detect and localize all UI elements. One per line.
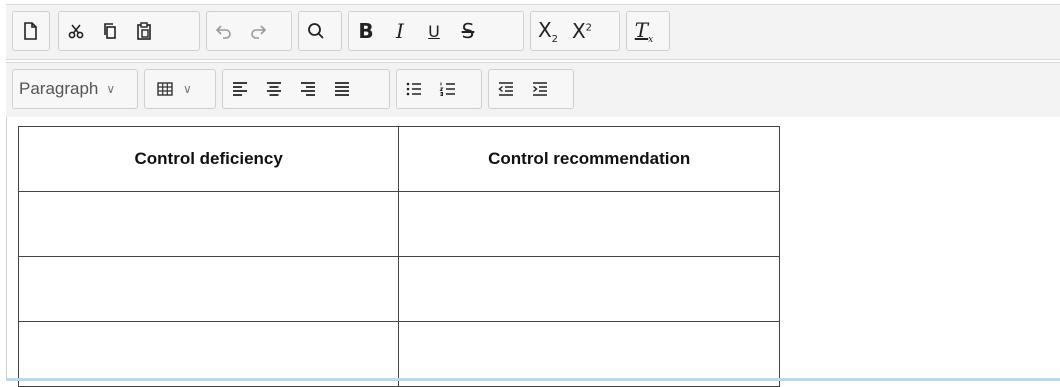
toolbar-group-table: ∨	[144, 69, 216, 109]
search-icon	[308, 23, 324, 39]
table-icon	[157, 82, 173, 96]
table-header-row: Control deficiency Control recommendatio…	[17, 126, 780, 192]
bullet-list-button[interactable]	[399, 72, 429, 106]
underline-button[interactable]: U	[419, 14, 449, 48]
cut-button[interactable]	[61, 14, 91, 48]
bold-button[interactable]: B	[351, 14, 381, 48]
table-row	[17, 256, 780, 322]
superscript-button[interactable]: X2	[567, 14, 597, 48]
table-cell[interactable]	[17, 321, 400, 387]
strikethrough-icon: S	[461, 19, 475, 43]
toolbar-row-1: B I U S X2 X2 Tx	[6, 4, 1060, 60]
strikethrough-button[interactable]: S	[453, 14, 483, 48]
align-justify-button[interactable]	[327, 72, 357, 106]
indent-button[interactable]	[525, 72, 555, 106]
paragraph-format-value: Paragraph	[19, 79, 99, 98]
bullet-list-icon	[406, 82, 421, 96]
italic-button[interactable]: I	[385, 14, 415, 48]
toolbar-group-alignment	[222, 69, 390, 109]
editor-content-area[interactable]: Control deficiency Control recommendatio…	[6, 117, 1060, 387]
align-center-icon	[267, 82, 281, 96]
chevron-down-icon: ∨	[183, 82, 192, 96]
superscript-icon: X2	[571, 19, 593, 43]
paragraph-format-select[interactable]: Paragraph ∨	[13, 72, 123, 106]
numbered-list-button[interactable]	[433, 72, 463, 106]
table-cell[interactable]	[398, 191, 780, 257]
toolbar-group-script: X2 X2	[530, 11, 620, 51]
toolbar-group-history	[206, 11, 292, 51]
table-cell[interactable]	[398, 321, 780, 387]
toolbar-group-document	[12, 11, 50, 51]
find-button[interactable]	[301, 14, 331, 48]
clear-formatting-button[interactable]: Tx	[629, 14, 659, 48]
table-header-cell[interactable]: Control recommendation	[398, 126, 780, 192]
subscript-icon: X2	[537, 17, 559, 45]
outdent-icon	[498, 82, 513, 96]
clipboard-icon	[137, 22, 151, 40]
rich-text-editor: B I U S X2 X2 Tx Paragraph ∨ ∨ Control d…	[0, 0, 1060, 387]
italic-icon: I	[396, 19, 404, 43]
clear-formatting-icon: Tx	[634, 17, 654, 45]
toolbar-group-clipboard	[58, 11, 200, 51]
toolbar-group-indent	[488, 69, 574, 109]
table-cell[interactable]	[17, 191, 400, 257]
table-cell[interactable]	[17, 256, 400, 322]
scissors-icon	[68, 24, 84, 39]
redo-icon	[251, 25, 267, 39]
underline-icon: U	[428, 21, 440, 41]
align-right-button[interactable]	[293, 72, 323, 106]
toolbar-group-clear: Tx	[626, 11, 670, 51]
align-left-icon	[233, 82, 247, 96]
redo-button[interactable]	[243, 14, 273, 48]
copy-icon	[104, 23, 116, 39]
indent-icon	[533, 82, 547, 96]
table-header-cell[interactable]: Control deficiency	[17, 126, 400, 192]
undo-button[interactable]	[209, 14, 239, 48]
align-right-icon	[301, 82, 315, 96]
chevron-down-icon: ∨	[106, 82, 116, 96]
numbered-list-icon	[439, 82, 455, 96]
toolbar-group-formatting: B I U S	[348, 11, 524, 51]
toolbar-group-lists	[396, 69, 482, 109]
subscript-button[interactable]: X2	[533, 14, 563, 48]
toolbar-group-search	[298, 11, 342, 51]
new-document-button[interactable]	[15, 14, 45, 48]
table-insert-select[interactable]: ∨	[145, 72, 200, 106]
undo-icon	[215, 25, 231, 39]
toolbar-group-block-format: Paragraph ∨	[12, 69, 138, 109]
align-justify-icon	[335, 82, 349, 96]
table-row	[17, 321, 780, 387]
table-row	[17, 191, 780, 257]
document-table: Control deficiency Control recommendatio…	[17, 126, 780, 387]
align-left-button[interactable]	[225, 72, 255, 106]
copy-button[interactable]	[95, 14, 125, 48]
new-document-icon	[24, 22, 37, 40]
table-cell[interactable]	[398, 256, 780, 322]
outdent-button[interactable]	[491, 72, 521, 106]
paste-button[interactable]	[129, 14, 159, 48]
bold-icon: B	[358, 19, 374, 43]
toolbar-row-2: Paragraph ∨ ∨	[6, 62, 1060, 118]
align-center-button[interactable]	[259, 72, 289, 106]
